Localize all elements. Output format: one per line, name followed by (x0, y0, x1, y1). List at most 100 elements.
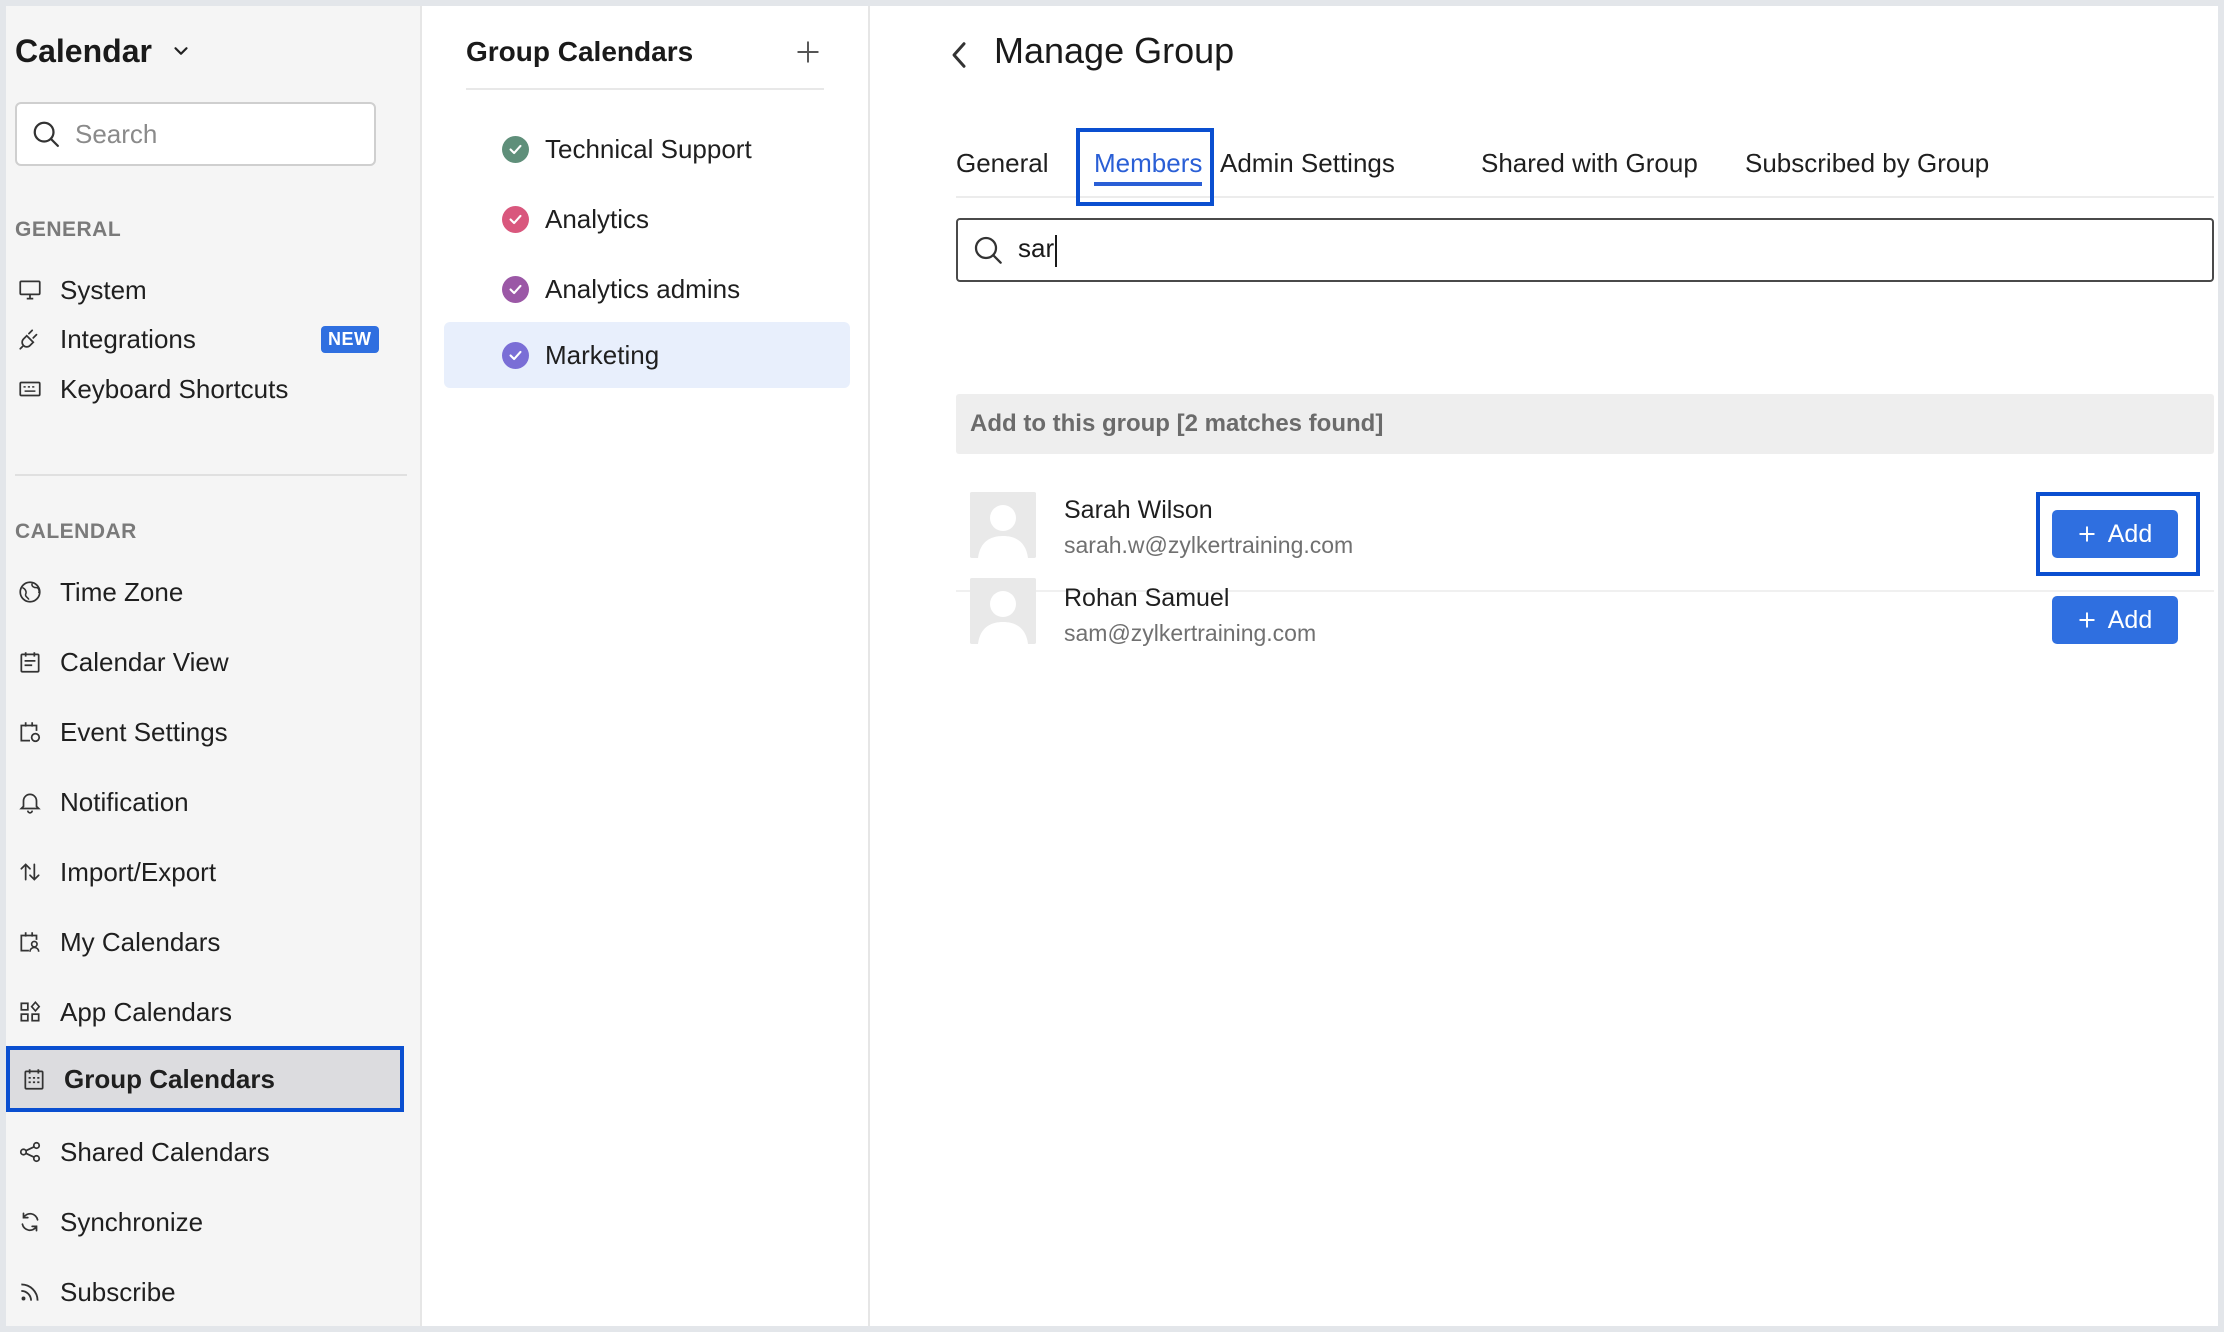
calendar-view-icon (16, 648, 44, 676)
check-circle-icon (502, 135, 529, 163)
add-group-button[interactable] (792, 36, 824, 68)
check-circle-icon (502, 341, 529, 369)
check-circle-icon (502, 275, 529, 303)
sidebar-item-subscribe[interactable]: Subscribe (6, 1259, 404, 1325)
import-export-icon (16, 858, 44, 886)
add-member-button[interactable]: Add (2052, 596, 2178, 644)
app-title: Calendar (15, 32, 152, 69)
manage-group-panel: Manage Group General Members Admin Setti… (870, 6, 2218, 1326)
tab-shared-with-group[interactable]: Shared with Group (1481, 128, 1698, 198)
settings-sidebar: Calendar GENERAL System Integrations NEW… (6, 6, 422, 1326)
sidebar-item-label: Calendar View (60, 646, 229, 677)
section-label-general: GENERAL (15, 218, 122, 241)
sidebar-item-label: Event Settings (60, 716, 228, 747)
avatar (970, 492, 1036, 558)
sidebar-item-label: Import/Export (60, 856, 217, 887)
add-button-label: Add (2107, 519, 2153, 548)
sidebar-divider (15, 474, 407, 476)
bell-icon (16, 788, 44, 816)
sidebar-item-label: Keyboard Shortcuts (60, 373, 289, 404)
chevron-down-icon (174, 47, 188, 55)
sidebar-item-label: Shared Calendars (60, 1136, 270, 1167)
sidebar-item-label: System (60, 274, 147, 305)
plug-icon (16, 325, 44, 353)
search-icon (33, 121, 59, 147)
group-item-label: Technical Support (545, 133, 752, 164)
my-calendars-icon (16, 928, 44, 956)
active-tab-indicator (1094, 182, 1203, 186)
apps-grid-icon (16, 998, 44, 1026)
sync-icon (16, 1208, 44, 1236)
member-row: Sarah Wilson sarah.w@zylkertraining.com … (956, 474, 2214, 592)
sidebar-item-my-calendars[interactable]: My Calendars (6, 909, 404, 975)
tab-label: Admin Settings (1220, 147, 1395, 178)
sidebar-item-time-zone[interactable]: Time Zone (6, 559, 404, 625)
group-item-label: Analytics admins (545, 273, 741, 304)
sidebar-item-label: Subscribe (60, 1276, 176, 1307)
panel-title: Group Calendars (466, 36, 694, 67)
tab-members[interactable]: Members (1082, 128, 1214, 198)
group-calendar-icon (20, 1065, 48, 1093)
sidebar-item-label: Integrations (60, 323, 196, 354)
event-settings-icon (16, 718, 44, 746)
member-row: Rohan Samuel sam@zylkertraining.com Add (956, 578, 2214, 710)
sidebar-item-synchronize[interactable]: Synchronize (6, 1189, 404, 1255)
add-member-button[interactable]: Add (2052, 510, 2178, 558)
member-email: sarah.w@zylkertraining.com (1064, 532, 1354, 558)
sidebar-item-label: Synchronize (60, 1206, 204, 1237)
tab-label: Shared with Group (1481, 147, 1698, 178)
tab-label: Members (1094, 147, 1203, 178)
keyboard-icon (16, 375, 44, 403)
tab-label: General (956, 147, 1049, 178)
page-title: Manage Group (994, 30, 1235, 71)
rss-icon (16, 1278, 44, 1306)
tab-label: Subscribed by Group (1745, 147, 1990, 178)
back-button[interactable] (944, 36, 974, 74)
results-header: Add to this group [2 matches found] (956, 394, 2214, 454)
sidebar-item-shared-calendars[interactable]: Shared Calendars (6, 1119, 404, 1185)
search-icon (974, 236, 1002, 264)
monitor-icon (16, 276, 44, 304)
member-search-input[interactable]: sar (1018, 233, 1058, 267)
search-value: sar (1018, 233, 1055, 264)
tab-admin-settings[interactable]: Admin Settings (1220, 128, 1395, 198)
app-window: Calendar GENERAL System Integrations NEW… (6, 6, 2218, 1326)
panel-divider (466, 88, 824, 90)
member-name: Sarah Wilson (1064, 496, 1213, 524)
member-search-field[interactable]: sar (956, 218, 2214, 282)
section-label-calendar: CALENDAR (15, 520, 137, 543)
sidebar-item-import-export[interactable]: Import/Export (6, 839, 404, 905)
plus-icon (2079, 612, 2095, 628)
sidebar-item-label: Group Calendars (64, 1063, 275, 1094)
sidebar-search-input[interactable] (75, 118, 355, 150)
share-icon (16, 1138, 44, 1166)
tab-subscribed-by-group[interactable]: Subscribed by Group (1745, 128, 1989, 198)
group-item-technical-support[interactable]: Technical Support (444, 116, 850, 182)
plus-icon (797, 41, 819, 63)
app-switcher[interactable]: Calendar (15, 28, 192, 74)
sidebar-item-group-calendars[interactable]: Group Calendars (6, 1046, 404, 1112)
tab-bar: General Members Admin Settings Shared wi… (956, 128, 2214, 206)
check-circle-icon (502, 205, 529, 233)
sidebar-item-app-calendars[interactable]: App Calendars (6, 979, 404, 1045)
avatar (970, 578, 1036, 644)
group-item-label: Marketing (545, 339, 660, 370)
tab-general[interactable]: General (956, 128, 1049, 198)
sidebar-item-event-settings[interactable]: Event Settings (6, 699, 404, 765)
user-placeholder-icon (970, 492, 1036, 558)
member-email: sam@zylkertraining.com (1064, 620, 1317, 646)
sidebar-item-notification[interactable]: Notification (6, 769, 404, 835)
globe-icon (16, 578, 44, 606)
sidebar-item-calendar-view[interactable]: Calendar View (6, 629, 404, 695)
group-item-analytics-admins[interactable]: Analytics admins (444, 256, 850, 322)
sidebar-item-label: Time Zone (60, 576, 184, 607)
chevron-left-icon (952, 42, 966, 68)
sidebar-item-label: My Calendars (60, 926, 221, 957)
sidebar-search[interactable] (15, 102, 376, 166)
group-item-label: Analytics (545, 203, 650, 234)
member-name: Rohan Samuel (1064, 584, 1230, 612)
group-item-analytics[interactable]: Analytics (444, 186, 850, 252)
sidebar-item-label: Notification (60, 786, 189, 817)
sidebar-item-keyboard-shortcuts[interactable]: Keyboard Shortcuts (6, 356, 404, 422)
group-item-marketing[interactable]: Marketing (444, 322, 850, 388)
